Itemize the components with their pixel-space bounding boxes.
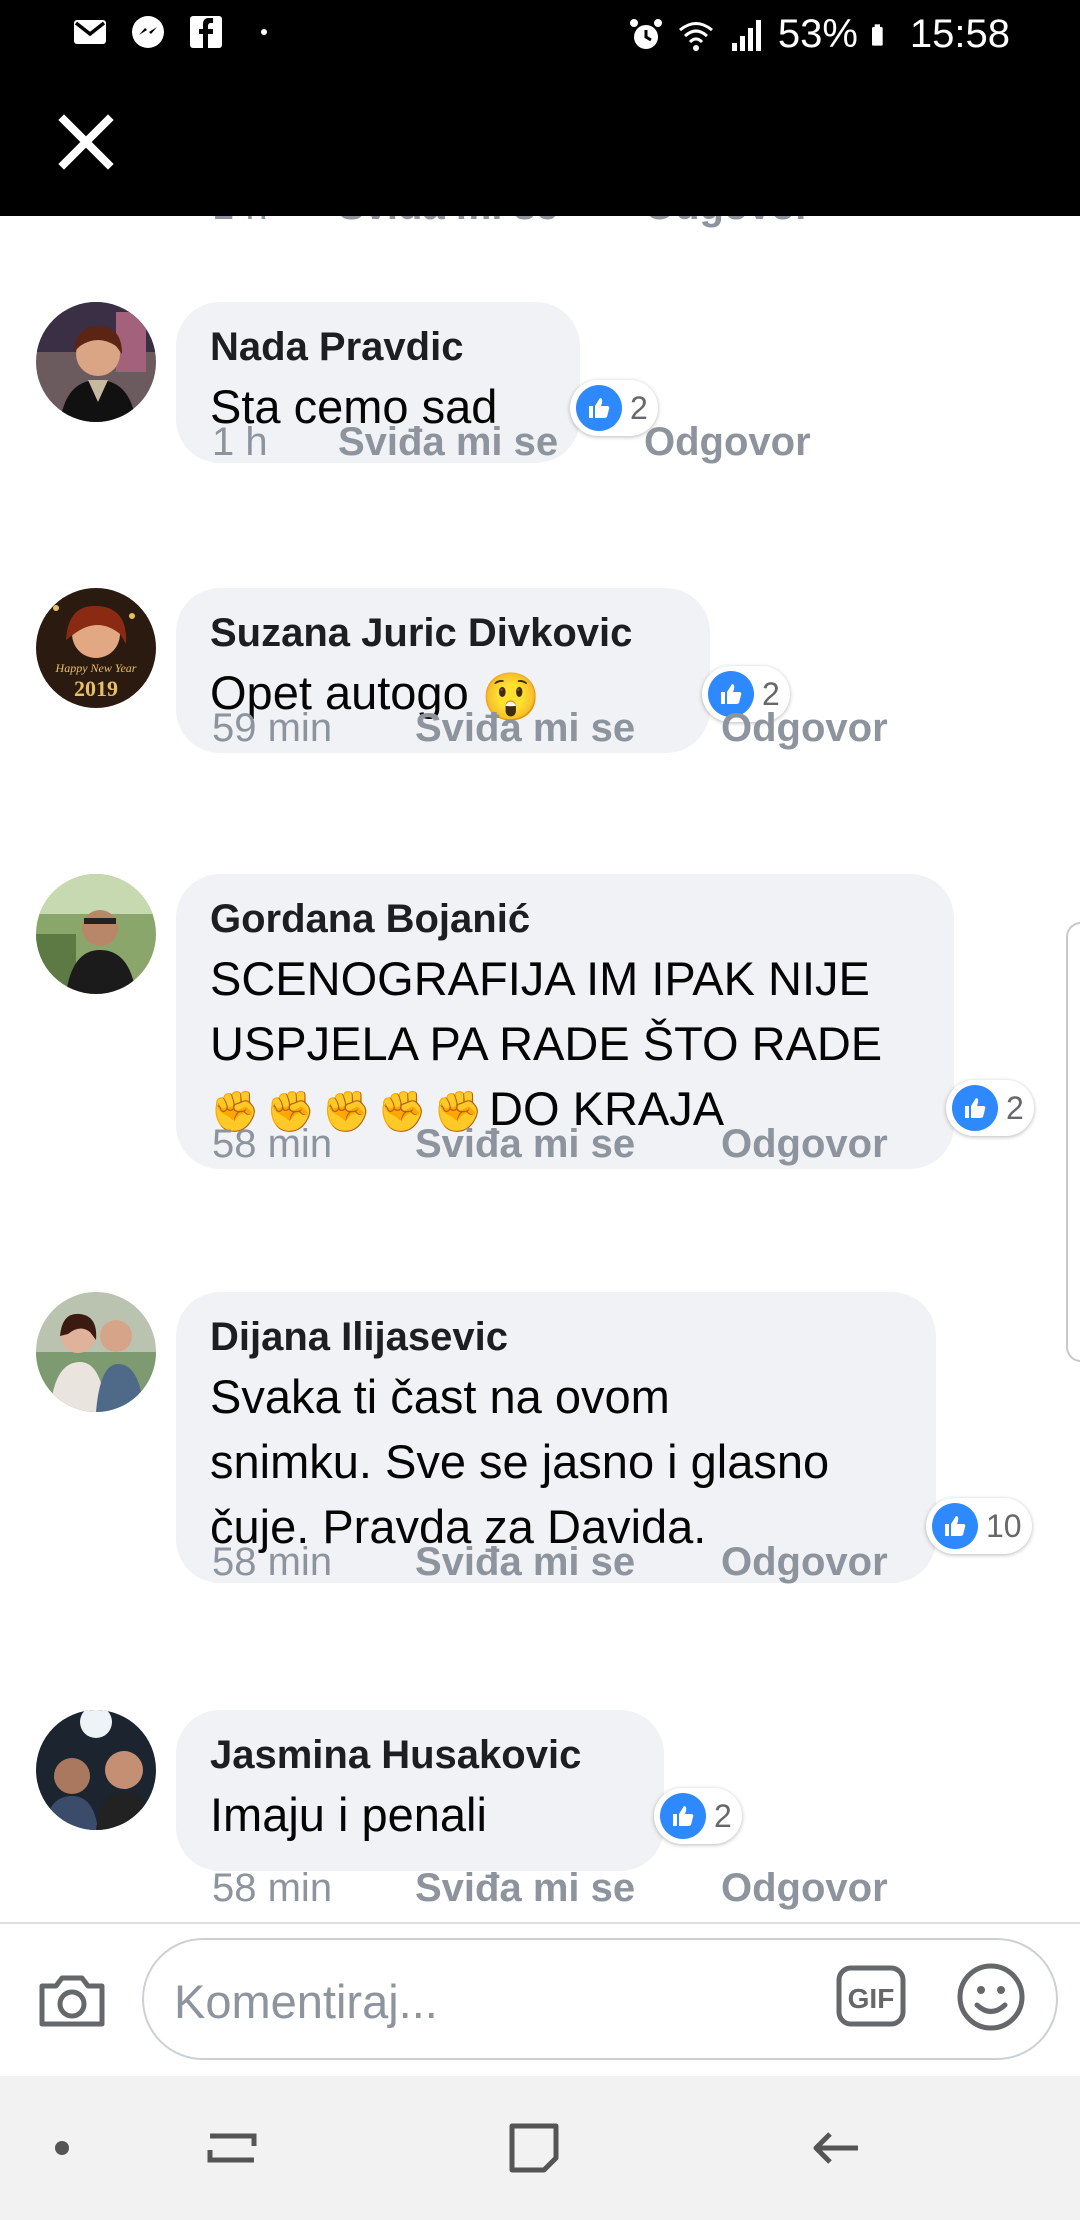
- comment-time: 59 min: [212, 706, 333, 750]
- comment-author[interactable]: Dijana Ilijasevic: [210, 1314, 900, 1360]
- like-link[interactable]: Sviđa mi se: [415, 706, 635, 751]
- comment-author[interactable]: Nada Pravdic: [210, 324, 544, 370]
- clock: 15:58: [909, 12, 1010, 56]
- comment-text-line: SCENOGRAFIJA IM IPAK NIJE: [210, 952, 870, 1005]
- svg-text:Happy New Year: Happy New Year: [55, 661, 137, 675]
- thumbs-up-icon: [952, 1085, 998, 1131]
- comment-author[interactable]: Jasmina Husakovic: [210, 1732, 628, 1778]
- comment-input[interactable]: Komentiraj...: [142, 1938, 1058, 2060]
- system-nav-bar: [0, 2076, 1080, 2220]
- comment-bubble[interactable]: Jasmina Husakovic Imaju i penali: [176, 1710, 664, 1871]
- recent-apps-icon[interactable]: [200, 2116, 264, 2180]
- reaction-badge[interactable]: 2: [654, 1788, 742, 1844]
- avatar[interactable]: [36, 302, 156, 422]
- comment-time: 1 h: [212, 420, 268, 464]
- like-link[interactable]: Sviđa mi se: [415, 1122, 635, 1167]
- like-link[interactable]: Sviđa mi se: [338, 420, 558, 465]
- comment-text: SCENOGRAFIJA IM IPAK NIJE USPJELA PA RAD…: [210, 946, 918, 1145]
- avatar[interactable]: [36, 874, 156, 994]
- avatar[interactable]: Happy New Year 2019: [36, 588, 156, 708]
- reaction-count: 2: [1006, 1089, 1024, 1126]
- comment-author[interactable]: Suzana Juric Divkovic: [210, 610, 674, 656]
- facebook-icon: [190, 16, 222, 48]
- reply-link[interactable]: Odgovor: [644, 216, 811, 229]
- alarm-icon: [629, 18, 662, 49]
- thumbs-up-icon: [660, 1793, 706, 1839]
- battery-icon: [871, 23, 883, 46]
- comment-text-line: snimku. Sve se jasno i glasno: [210, 1435, 830, 1488]
- reaction-count: 2: [714, 1797, 732, 1834]
- reaction-badge[interactable]: 2: [946, 1080, 1034, 1136]
- comment-text-line: USPJELA PA RADE ŠTO RADE: [210, 1017, 883, 1070]
- comment-text: Svaka ti čast na ovom snimku. Sve se jas…: [210, 1364, 900, 1559]
- reply-link[interactable]: Odgovor: [721, 706, 888, 751]
- signal-icon: [731, 19, 761, 51]
- wifi-icon: [678, 21, 713, 51]
- battery-percent: 53%: [777, 12, 858, 56]
- reply-link[interactable]: Odgovor: [721, 1540, 888, 1585]
- gmail-icon: [74, 20, 106, 44]
- home-icon[interactable]: [502, 2116, 566, 2180]
- comment-time: 58 min: [212, 1866, 333, 1910]
- emoji-icon[interactable]: [956, 1962, 1026, 2032]
- messenger-icon: [132, 16, 164, 48]
- comment-text: Imaju i penali: [210, 1788, 487, 1841]
- system-status: 53% 15:58: [628, 12, 1010, 57]
- like-link[interactable]: Sviđa mi se: [338, 216, 558, 229]
- comment-author[interactable]: Gordana Bojanić: [210, 896, 918, 942]
- avatar[interactable]: [36, 1292, 156, 1412]
- top-bar: 53% 15:58: [0, 0, 1080, 216]
- reply-link[interactable]: Odgovor: [721, 1122, 888, 1167]
- comment-input-placeholder: Komentiraj...: [174, 1975, 438, 2028]
- thumbs-up-icon: [576, 385, 622, 431]
- side-panel-handle[interactable]: [1066, 922, 1080, 1362]
- comment-time: 58 min: [212, 1122, 333, 1166]
- comment-time: 1 h: [212, 216, 268, 229]
- comment-time: 58 min: [212, 1540, 333, 1584]
- comment-composer: Komentiraj...: [0, 1922, 1080, 2078]
- gif-icon[interactable]: GIF: [836, 1965, 906, 2027]
- like-link[interactable]: Sviđa mi se: [415, 1866, 635, 1911]
- like-link[interactable]: Sviđa mi se: [415, 1540, 635, 1585]
- avatar[interactable]: [36, 1710, 156, 1830]
- comment-text-line: Svaka ti čast na ovom: [210, 1370, 670, 1423]
- thumbs-up-icon: [932, 1503, 978, 1549]
- dot-icon[interactable]: [30, 2116, 94, 2180]
- back-icon[interactable]: [806, 2116, 870, 2180]
- gif-label: GIF: [848, 1983, 895, 2014]
- close-icon[interactable]: [56, 112, 116, 172]
- reply-link[interactable]: Odgovor: [721, 1866, 888, 1911]
- comment-list[interactable]: 1 h Sviđa mi se Odgovor Nada Pravdic Sta…: [0, 216, 1080, 1922]
- reaction-badge[interactable]: 10: [926, 1498, 1032, 1554]
- reaction-count: 10: [986, 1507, 1022, 1544]
- notification-icons: [72, 14, 282, 50]
- svg-text:2019: 2019: [74, 676, 118, 701]
- reply-link[interactable]: Odgovor: [644, 420, 811, 465]
- camera-icon[interactable]: [36, 1964, 108, 2036]
- dot-icon: [261, 29, 267, 35]
- status-bar: 53% 15:58: [0, 0, 1080, 72]
